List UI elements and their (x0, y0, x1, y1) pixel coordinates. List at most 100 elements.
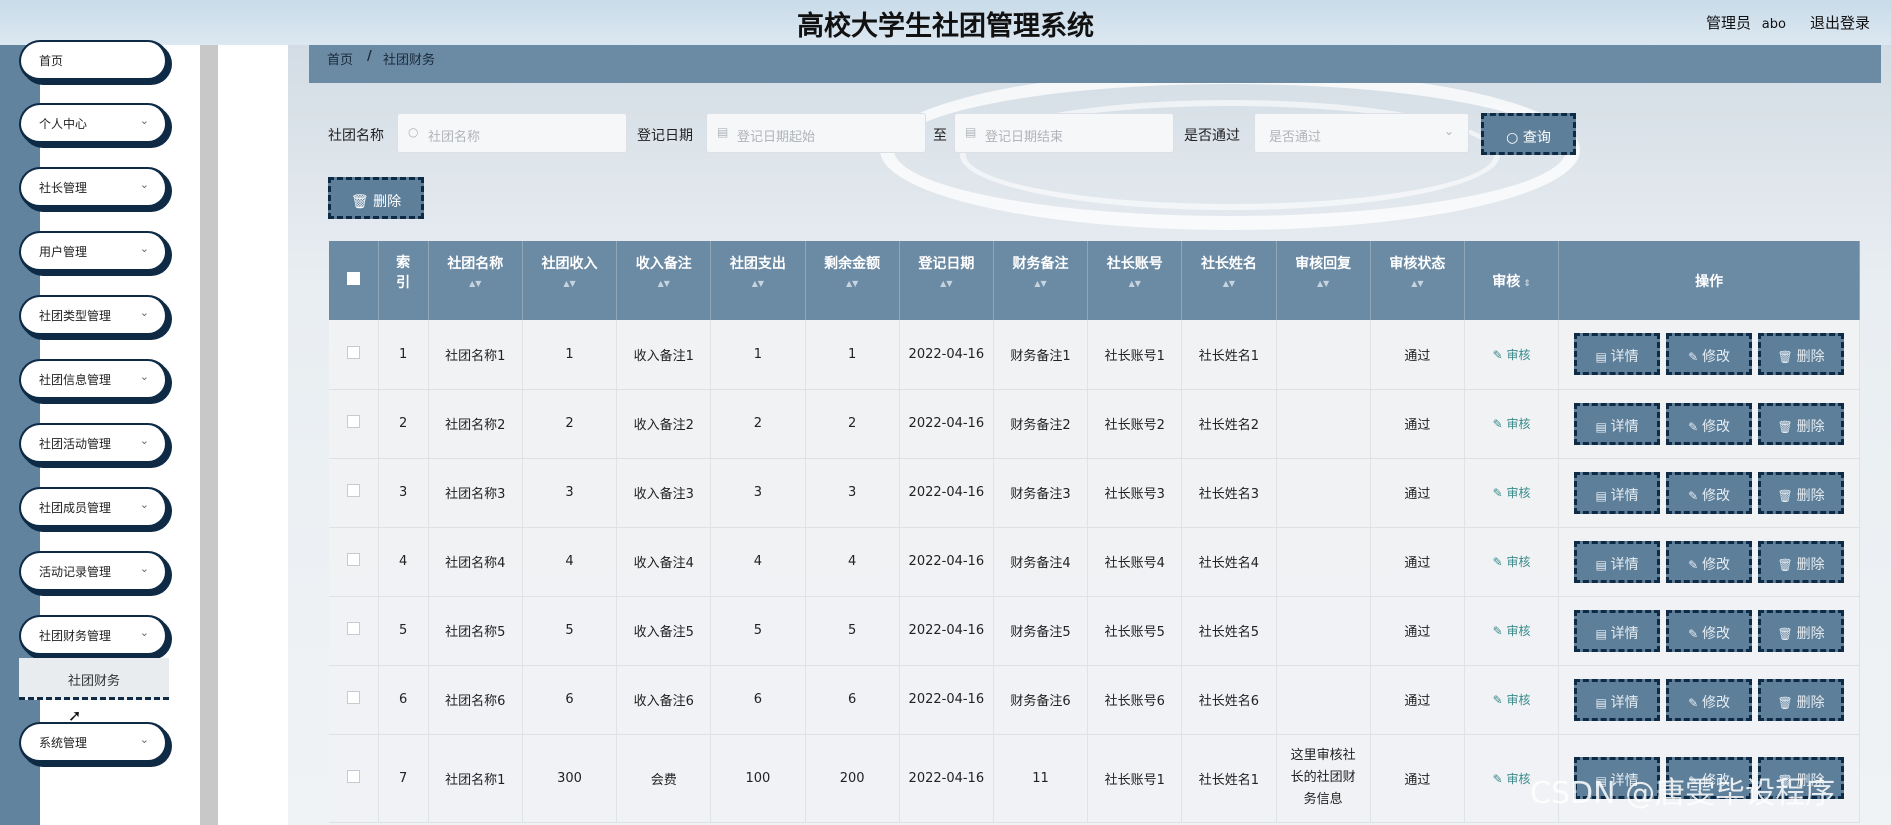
detail-button[interactable]: ▤ 详情 (1574, 471, 1661, 514)
search-icon: ○ (1506, 130, 1519, 146)
sidebar-item-5[interactable]: 社团信息管理 ⌄ (19, 359, 169, 401)
audit-link[interactable]: ✎ 审核 (1493, 417, 1531, 431)
cell-status: 通过 (1370, 458, 1465, 528)
column-header[interactable]: 财务备注 ▲▼ (993, 241, 1089, 320)
column-header[interactable]: 剩余金额 ▲▼ (805, 241, 900, 320)
sidebar-item-2[interactable]: 社长管理 ⌄ (19, 167, 169, 209)
sort-icon[interactable]: ▲▼ (523, 279, 616, 288)
row-checkbox[interactable] (346, 415, 360, 428)
column-header[interactable]: 审核 ⇕ (1464, 241, 1560, 320)
audit-link[interactable]: ✎ 审核 (1493, 555, 1531, 569)
table-header-row: 索引 社团名称 ▲▼ 社团收入 ▲▼ 收入备注 ▲▼ 社团支出 ▲▼ 剩余金额 ▲▼ 登记日期 ▲▼ 财务… (329, 241, 1860, 320)
sort-icon[interactable]: ▲▼ (1088, 279, 1181, 288)
sort-icon[interactable]: ▲▼ (1371, 279, 1464, 288)
sidebar-item-9[interactable]: 社团财务管理 ⌄ (19, 615, 169, 657)
sidebar-item-8[interactable]: 活动记录管理 ⌄ (19, 551, 169, 593)
column-header[interactable]: 社团收入 ▲▼ (522, 241, 618, 320)
audit-link[interactable]: ✎ 审核 (1493, 624, 1531, 638)
breadcrumb-home[interactable]: 首页 (327, 49, 353, 68)
row-checkbox[interactable] (346, 691, 360, 704)
column-header[interactable]: 操作 (1558, 241, 1860, 320)
cell-president: 社长姓名6 (1181, 665, 1277, 735)
row-checkbox[interactable] (346, 553, 360, 566)
column-header-label: 社长姓名 (1200, 256, 1257, 272)
sidebar-item-1[interactable]: 个人中心 ⌄ (19, 103, 169, 145)
chevron-down-icon: ⌄ (139, 626, 149, 639)
batch-delete-button[interactable]: 🗑 删除 (328, 177, 424, 219)
cell-value: 财务备注6 (1010, 694, 1071, 709)
audit-link[interactable]: ✎ 审核 (1493, 348, 1531, 362)
delete-button[interactable]: 🗑 删除 (1758, 609, 1845, 652)
edit-button-label: 修改 (1702, 349, 1731, 366)
column-header-label: 审核 (1492, 273, 1521, 290)
edit-button[interactable]: ✎ 修改 (1666, 402, 1753, 445)
club-name-input[interactable]: ○ 社团名称 (397, 113, 627, 153)
row-select-cell (329, 458, 379, 528)
column-header[interactable]: 审核状态 ▲▼ (1370, 241, 1465, 320)
detail-button[interactable]: ▤ 详情 (1574, 333, 1661, 376)
audit-link[interactable]: ✎ 审核 (1493, 486, 1531, 500)
sort-icon[interactable]: ⇕ (1520, 279, 1531, 289)
column-header[interactable]: 登记日期 ▲▼ (899, 241, 994, 320)
search-button[interactable]: ○ 查询 (1481, 113, 1576, 155)
detail-button[interactable]: ▤ 详情 (1574, 402, 1661, 445)
edit-button[interactable]: ✎ 修改 (1666, 471, 1753, 514)
audit-link[interactable]: ✎ 审核 (1493, 693, 1531, 707)
column-header[interactable]: 社长姓名 ▲▼ (1181, 241, 1277, 320)
column-header[interactable]: 社团支出 ▲▼ (710, 241, 806, 320)
date-start-placeholder: 登记日期起始 (737, 130, 816, 145)
sort-icon[interactable]: ▲▼ (1277, 279, 1370, 288)
sidebar-item-6[interactable]: 社团活动管理 ⌄ (19, 423, 169, 465)
sidebar-divider (200, 45, 218, 825)
sort-icon[interactable]: ▲▼ (806, 279, 899, 288)
column-header[interactable]: 审核回复 ▲▼ (1276, 241, 1371, 320)
sort-icon[interactable]: ▲▼ (429, 279, 522, 288)
delete-button[interactable]: 🗑 删除 (1758, 540, 1845, 583)
pass-label: 是否通过 (1184, 128, 1240, 144)
row-checkbox[interactable] (346, 345, 360, 359)
select-all-checkbox[interactable] (346, 272, 360, 285)
edit-button[interactable]: ✎ 修改 (1666, 678, 1753, 721)
pass-select[interactable]: 是否通过 ⌄ (1254, 113, 1469, 153)
sort-icon[interactable]: ▲▼ (1182, 279, 1275, 288)
sidebar-item-4[interactable]: 社团类型管理 ⌄ (19, 295, 169, 337)
column-header[interactable]: 索引 (378, 241, 429, 320)
detail-button[interactable]: ▤ 详情 (1574, 540, 1661, 583)
cell-value: 通过 (1404, 556, 1431, 571)
sort-icon[interactable]: ▲▼ (994, 279, 1087, 288)
sort-icon[interactable]: ▲▼ (617, 279, 710, 288)
sidebar-item-10[interactable]: 系统管理 ⌄ (19, 722, 169, 764)
delete-button-label: 删除 (1796, 487, 1825, 504)
edit-button[interactable]: ✎ 修改 (1666, 333, 1753, 376)
logout-link[interactable]: 退出登录 (1810, 12, 1870, 33)
document-icon: ▤ (1595, 695, 1611, 710)
delete-button[interactable]: 🗑 删除 (1758, 402, 1845, 445)
delete-button[interactable]: 🗑 删除 (1758, 333, 1845, 376)
row-checkbox[interactable] (346, 622, 360, 635)
edit-button[interactable]: ✎ 修改 (1666, 540, 1753, 583)
sidebar-subitem-club-finance[interactable]: 社团财务 (19, 658, 169, 700)
column-header[interactable]: 社长账号 ▲▼ (1087, 241, 1183, 320)
cell-value: 200 (839, 770, 865, 786)
sidebar-item-0[interactable]: 首页 (19, 40, 169, 82)
delete-button[interactable]: 🗑 删除 (1758, 471, 1845, 514)
row-checkbox[interactable] (346, 769, 360, 783)
row-checkbox[interactable] (346, 484, 360, 497)
sidebar-item-3[interactable]: 用户管理 ⌄ (19, 231, 169, 273)
date-end-input[interactable]: ▤ 登记日期结束 (954, 113, 1174, 153)
sidebar-item-label: 社团类型管理 (39, 309, 112, 323)
edit-icon: ✎ (1492, 417, 1507, 431)
detail-button[interactable]: ▤ 详情 (1574, 678, 1661, 721)
cell-actions: ▤ 详情 ✎ 修改 🗑 删除 (1558, 527, 1860, 597)
sort-icon[interactable]: ▲▼ (711, 279, 804, 288)
edit-button[interactable]: ✎ 修改 (1666, 609, 1753, 652)
sidebar-item-7[interactable]: 社团成员管理 ⌄ (19, 487, 169, 529)
column-header[interactable]: 社团名称 ▲▼ (428, 241, 523, 320)
date-start-input[interactable]: ▤ 登记日期起始 (706, 113, 926, 153)
audit-link[interactable]: ✎ 审核 (1493, 772, 1531, 786)
delete-button[interactable]: 🗑 删除 (1758, 678, 1845, 721)
column-header[interactable]: 收入备注 ▲▼ (616, 241, 712, 320)
detail-button[interactable]: ▤ 详情 (1574, 609, 1661, 652)
sort-icon[interactable]: ▲▼ (900, 279, 993, 288)
cell-value: 6 (399, 692, 408, 707)
